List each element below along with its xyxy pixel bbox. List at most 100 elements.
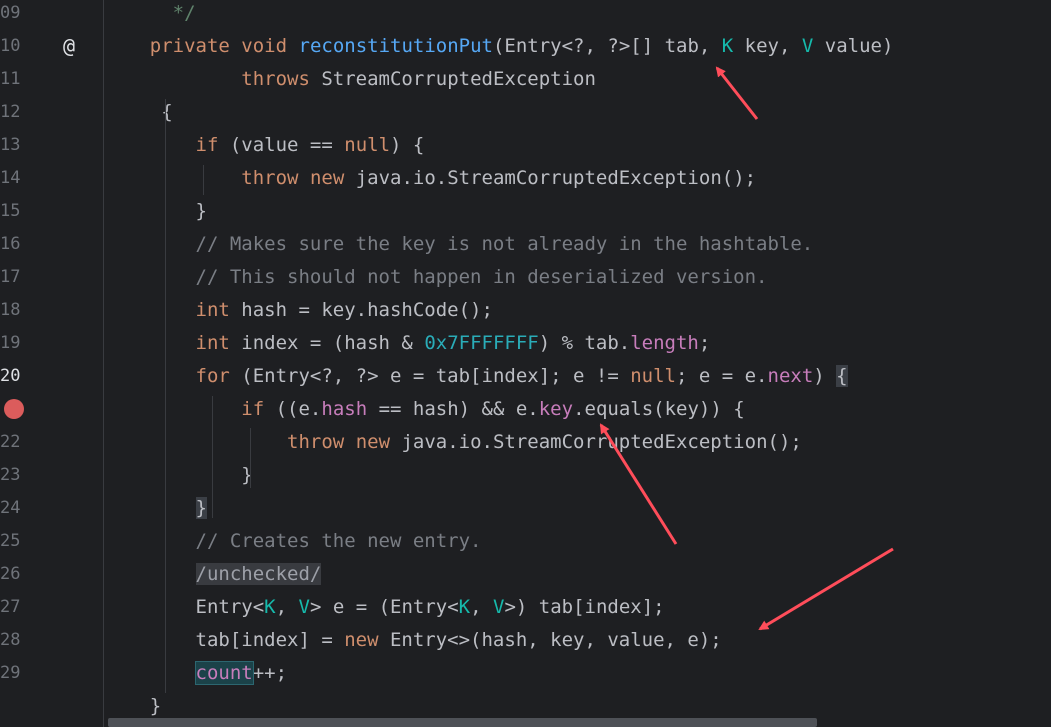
indent-guide [212,396,213,518]
code-line[interactable]: // Creates the new entry. [104,525,1051,558]
code-line[interactable]: tab[index] = new Entry<>(hash, key, valu… [104,624,1051,657]
line-number[interactable]: 14 [0,162,30,195]
code-line[interactable]: Entry<K, V> e = (Entry<K, V>) tab[index]… [104,591,1051,624]
code-token: null [344,134,391,156]
line-number[interactable]: 18 [0,294,30,327]
code-token: count [194,661,254,685]
horizontal-scrollbar[interactable] [108,718,817,727]
code-line[interactable]: int hash = key.hashCode(); [104,294,1051,327]
line-number[interactable]: 17 [0,261,30,294]
code-line[interactable]: /unchecked/ [104,558,1051,591]
line-number[interactable]: 13 [0,129,30,162]
code-token: key, [733,35,802,57]
line-number[interactable]: 28 [0,624,30,657]
code-line[interactable]: // Makes sure the key is not already in … [104,228,1051,261]
code-line[interactable]: count++; [104,657,1051,690]
line-number[interactable]: 23 [0,459,30,492]
code-token: V [493,596,505,618]
code-token: (value == [218,134,345,156]
code-token: ) { [390,134,425,156]
code-line[interactable]: throw new java.io.StreamCorruptedExcepti… [104,162,1051,195]
code-token: value) [813,35,894,57]
line-number[interactable]: 11 [0,63,30,96]
code-token: /unchecked/ [195,563,322,585]
line-number[interactable]: 12 [0,96,30,129]
code-token: StreamCorruptedException [309,68,596,90]
code-token: java.io.StreamCorruptedException(); [344,167,757,189]
code-token: for [195,365,230,387]
code-token: { [104,101,173,123]
code-line[interactable]: for (Entry<?, ?> e = tab[index]; e != nu… [104,360,1051,393]
line-number[interactable]: 10 [0,30,30,63]
code-token: K [458,596,471,618]
code-token: new [344,629,379,651]
line-number[interactable] [0,393,30,426]
code-token: int [195,332,230,354]
line-number[interactable]: 29 [0,657,30,690]
code-token: , [275,596,299,618]
code-token: (Entry<?, ?> e = tab[index]; e != [229,365,631,387]
code-token: (Entry<?, ?>[] tab, [492,35,722,57]
code-line[interactable]: throws StreamCorruptedException [104,63,1051,96]
code-token: hash [321,398,368,420]
code-line[interactable]: throw new java.io.StreamCorruptedExcepti… [104,426,1051,459]
code-token: void [241,35,288,57]
code-token: */ [104,2,196,24]
code-token: new [355,431,391,453]
code-token: ) [813,365,837,387]
code-token: next [767,365,814,387]
code-token: { [836,365,848,387]
line-number[interactable]: 24 [0,492,30,525]
line-number[interactable]: 09 [0,0,30,30]
code-token: } [195,497,207,519]
code-token: ; [698,332,711,354]
code-editor[interactable]: */ private void reconstitutionPut(Entry<… [104,0,1051,727]
code-line[interactable]: int index = (hash & 0x7FFFFFFF) % tab.le… [104,327,1051,360]
line-number[interactable]: 19 [0,327,30,360]
code-line[interactable]: // This should not happen in deserialize… [104,261,1051,294]
code-token: length [630,332,699,354]
implementation-marker-icon[interactable]: @ [57,30,81,63]
code-line[interactable]: } [104,459,1051,492]
code-line[interactable]: } [104,492,1051,525]
editor-gutter: 09 10 @11 12 13 14 15 16 17 18 19 20 22 23 24 25 26 27 28 2… [0,0,104,727]
line-number[interactable]: 16 [0,228,30,261]
code-token: 0x7FFFFFFF [424,332,539,354]
code-token: >) tab[index]; [504,596,665,618]
code-line[interactable]: } [104,195,1051,228]
line-number[interactable]: 27 [0,591,30,624]
code-line[interactable]: if ((e.hash == hash) && e.key.equals(key… [104,393,1051,426]
code-line[interactable]: */ [104,0,1051,30]
code-line[interactable]: private void reconstitutionPut(Entry<?, … [104,30,1051,63]
code-token: tab[index] = [104,629,345,651]
line-number[interactable]: 20 [0,360,30,393]
code-token: } [104,200,207,222]
code-token: null [630,365,676,387]
code-token: private [149,35,230,57]
code-token: V [801,35,814,57]
line-number[interactable]: 15 [0,195,30,228]
code-token: ((e. [264,398,322,420]
code-token: ) % tab. [538,332,631,354]
line-number[interactable]: 22 [0,426,30,459]
code-token: } [104,464,253,486]
code-line[interactable]: if (value == null) { [104,129,1051,162]
line-number[interactable]: 25 [0,525,30,558]
code-line[interactable]: { [104,96,1051,129]
code-token: throw [241,167,299,189]
code-token: int [195,299,230,321]
code-token: Entry< [104,596,265,618]
line-number[interactable]: 26 [0,558,30,591]
